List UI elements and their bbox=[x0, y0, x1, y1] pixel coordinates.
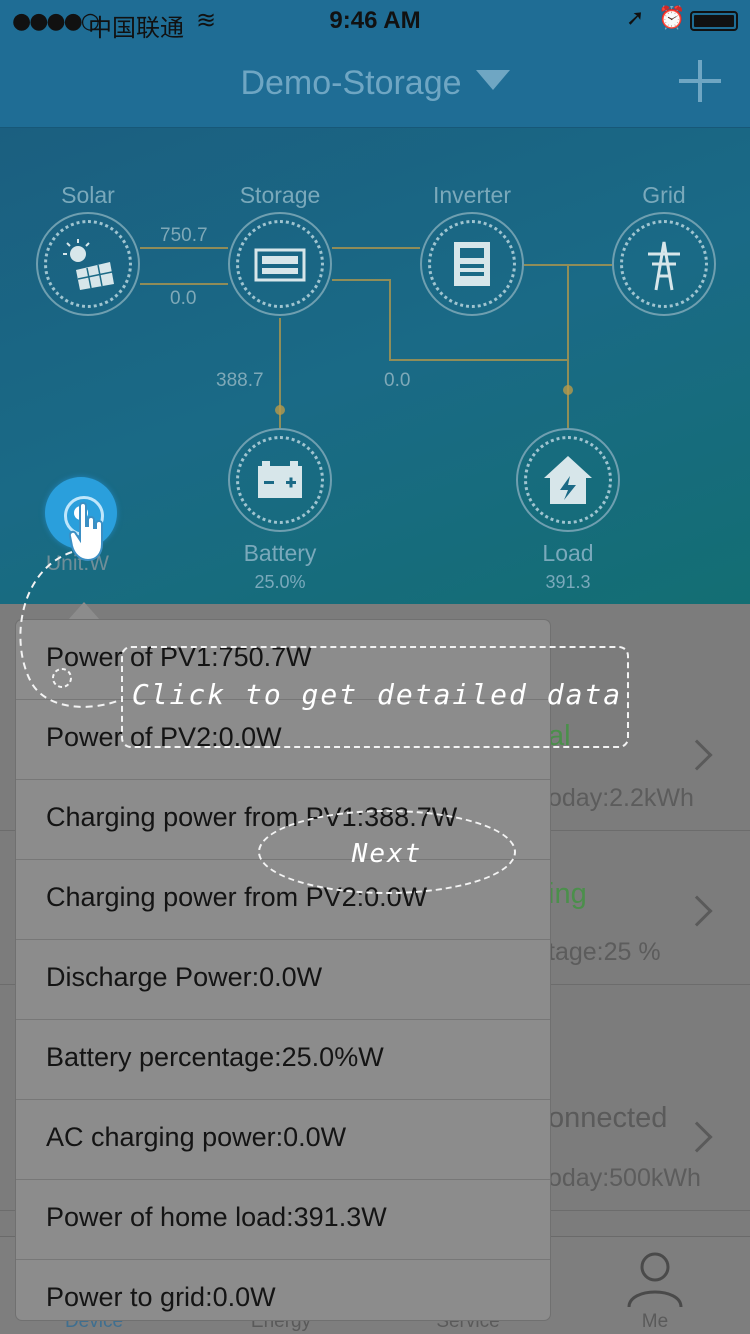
popup-row: AC charging power:0.0W bbox=[16, 1100, 550, 1180]
popup-row: Battery percentage:25.0%W bbox=[16, 1020, 550, 1100]
tab-me-label: Me bbox=[641, 1311, 669, 1332]
plant-selector[interactable]: Demo-Storage bbox=[0, 64, 750, 103]
pointer-hand-icon bbox=[68, 502, 103, 562]
ac-charging-power: AC charging power:0.0W bbox=[46, 1122, 347, 1152]
next-button[interactable]: Next bbox=[258, 810, 516, 894]
solar-panel-icon bbox=[63, 239, 114, 290]
battery-icon bbox=[690, 11, 738, 31]
storage-device-icon bbox=[254, 248, 306, 282]
storage-battery-value: 388.7 bbox=[216, 370, 264, 391]
battery-node[interactable] bbox=[228, 428, 332, 532]
inverter-load-value: 0.0 bbox=[384, 370, 411, 391]
load-value: 391.3 bbox=[545, 572, 591, 592]
location-arrow-icon: ➚ bbox=[626, 6, 645, 31]
page-title: Demo-Storage bbox=[240, 64, 462, 102]
tab-me[interactable]: Me bbox=[585, 1237, 725, 1334]
battery-percentage-row: Battery percentage:25.0%W bbox=[46, 1042, 384, 1072]
alarm-icon: ⏰ bbox=[658, 6, 686, 31]
popup-arrow bbox=[68, 602, 100, 620]
solar-label: Solar bbox=[61, 182, 115, 208]
device-sub-2: tage:25 % bbox=[548, 938, 661, 966]
grid-power: Power to grid:0.0W bbox=[46, 1282, 276, 1312]
device-status-2: ing bbox=[548, 878, 587, 910]
device-status-3: onnected bbox=[548, 1102, 668, 1134]
chevron-down-icon bbox=[475, 70, 510, 90]
add-button[interactable] bbox=[674, 56, 726, 108]
battery-label: Battery bbox=[243, 540, 317, 566]
device-sub-1: oday:2.2kWh bbox=[548, 784, 694, 812]
power-tower-icon bbox=[648, 241, 680, 291]
chevron-right-icon[interactable] bbox=[681, 1121, 713, 1153]
device-sub-3: oday:500kWh bbox=[548, 1164, 701, 1192]
inverter-label: Inverter bbox=[433, 182, 511, 208]
chevron-right-icon[interactable] bbox=[681, 739, 713, 771]
popup-row: Power to grid:0.0W bbox=[16, 1260, 550, 1320]
user-icon bbox=[627, 1252, 683, 1307]
popup-row: Power of home load:391.3W bbox=[16, 1180, 550, 1260]
popup-row: Discharge Power:0.0W bbox=[16, 940, 550, 1020]
guide-tooltip: Click to get detailed data bbox=[121, 646, 629, 748]
grid-node[interactable] bbox=[612, 212, 716, 316]
inverter-node[interactable] bbox=[420, 212, 524, 316]
battery-percentage: 25.0% bbox=[254, 572, 306, 592]
solar-storage-value-top: 750.7 bbox=[160, 225, 208, 246]
next-label: Next bbox=[351, 839, 423, 869]
home-icon bbox=[544, 456, 592, 504]
grid-label: Grid bbox=[642, 182, 686, 208]
load-node[interactable] bbox=[516, 428, 620, 532]
home-load-power: Power of home load:391.3W bbox=[46, 1202, 387, 1232]
status-bar: ●●●●○ 中国联通 ≋ 9:46 AM ➚ ⏰ bbox=[0, 0, 750, 42]
chevron-right-icon[interactable] bbox=[681, 895, 713, 927]
storage-label: Storage bbox=[239, 182, 321, 208]
guide-tooltip-text: Click to get detailed data bbox=[131, 678, 623, 711]
energy-flow-panel: Solar Storage Inverter Grid 750.7 0.0 38… bbox=[0, 128, 750, 604]
inverter-icon bbox=[454, 242, 490, 286]
solar-storage-value-bottom: 0.0 bbox=[170, 288, 197, 309]
discharge-power: Discharge Power:0.0W bbox=[46, 962, 323, 992]
solar-node[interactable] bbox=[36, 212, 140, 316]
storage-node[interactable] bbox=[228, 212, 332, 316]
load-label: Load bbox=[542, 540, 594, 566]
nav-bar: Demo-Storage bbox=[0, 40, 750, 128]
battery-icon bbox=[258, 461, 302, 498]
